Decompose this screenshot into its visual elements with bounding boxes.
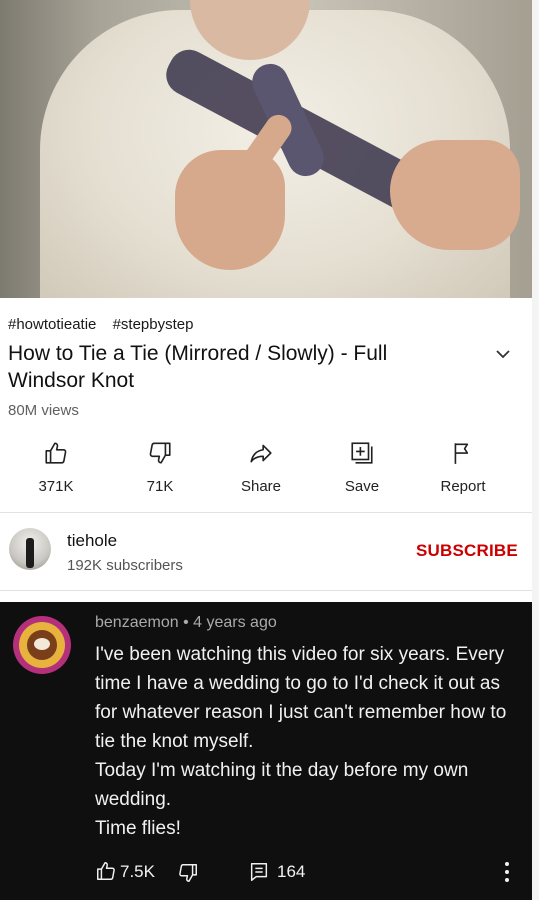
hashtags: #howtotieatie #stepbystep xyxy=(8,316,205,333)
video-title: How to Tie a Tie (Mirrored / Slowly) - F… xyxy=(8,342,388,392)
dislike-button[interactable]: 71K xyxy=(120,440,200,495)
add-to-playlist-icon xyxy=(351,442,373,464)
like-count: 371K xyxy=(38,478,74,495)
comment-paragraph: I've been watching this video for six ye… xyxy=(95,644,507,752)
comment-card: benzaemon • 4 years ago I've been watchi… xyxy=(0,602,532,900)
chevron-down-icon[interactable] xyxy=(495,346,511,362)
reply-icon[interactable] xyxy=(248,861,270,883)
share-icon xyxy=(250,444,272,463)
dislike-count: 71K xyxy=(146,478,174,495)
screen-edge xyxy=(532,0,539,900)
comment-paragraph: Time flies! xyxy=(95,818,181,839)
report-label: Report xyxy=(440,478,486,495)
save-button[interactable]: Save xyxy=(322,440,402,495)
more-options-icon[interactable] xyxy=(502,860,512,884)
subscribe-button[interactable]: SUBSCRIBE xyxy=(416,541,518,561)
flag-icon xyxy=(454,443,469,464)
comment-paragraph: Today I'm watching it the day before my … xyxy=(95,760,469,810)
channel-avatar[interactable] xyxy=(9,528,51,570)
comment-like-count: 7.5K xyxy=(120,862,155,881)
share-button[interactable]: Share xyxy=(221,440,301,495)
like-button[interactable]: 371K xyxy=(16,440,96,495)
comment-dislike-icon[interactable] xyxy=(177,862,199,884)
video-thumbnail[interactable] xyxy=(0,0,532,298)
comment-time: 4 years ago xyxy=(193,614,277,631)
divider xyxy=(0,512,532,513)
commenter-avatar[interactable] xyxy=(13,616,71,674)
view-count: 80M views xyxy=(8,402,79,419)
comment-actions: 7.5K 164 xyxy=(95,860,525,884)
comment-like-icon[interactable] xyxy=(95,860,117,882)
channel-name[interactable]: tiehole xyxy=(67,531,117,551)
action-bar: 371K 71K Share Save Report xyxy=(0,440,532,500)
reply-count: 164 xyxy=(277,862,306,881)
meta-separator: • xyxy=(183,614,189,631)
save-label: Save xyxy=(344,478,380,495)
hashtag-link[interactable]: #stepbystep xyxy=(113,316,194,333)
thumbnail-left-hand xyxy=(175,150,285,270)
thumbnail-right-hand xyxy=(390,140,520,250)
hashtag-link[interactable]: #howtotieatie xyxy=(8,316,96,333)
thumbs-down-icon xyxy=(149,442,171,464)
comment-author[interactable]: benzaemon xyxy=(95,614,179,631)
divider xyxy=(0,590,532,591)
subscriber-count: 192K subscribers xyxy=(67,557,183,574)
thumbs-up-icon xyxy=(45,442,67,464)
comment-text: I've been watching this video for six ye… xyxy=(95,640,515,843)
share-label: Share xyxy=(240,478,282,495)
report-button[interactable]: Report xyxy=(423,440,503,495)
comment-meta: benzaemon • 4 years ago xyxy=(95,614,277,632)
